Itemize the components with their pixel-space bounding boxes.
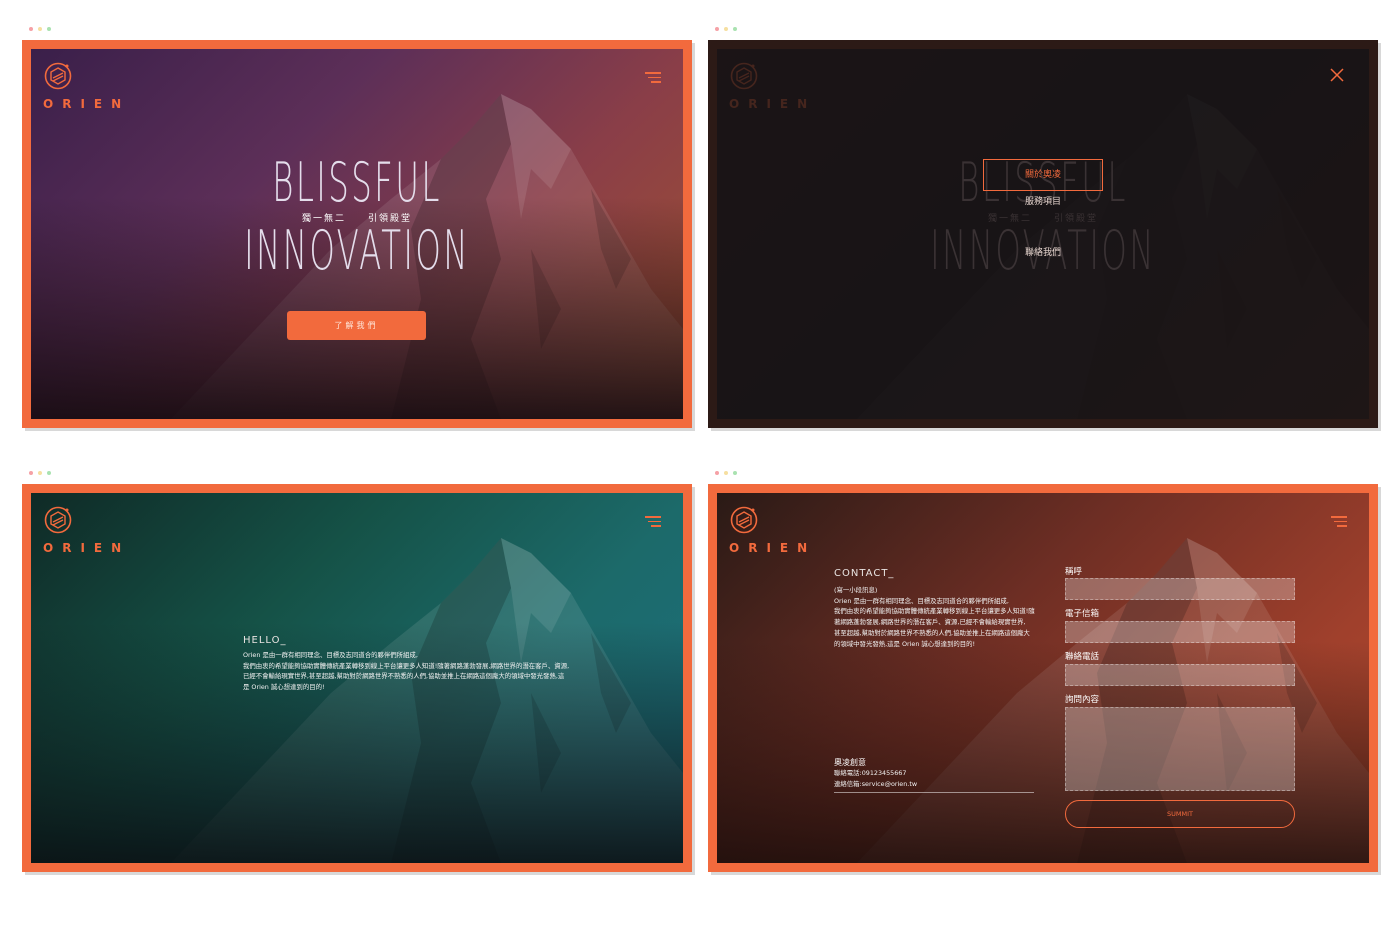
minimize-dot-icon[interactable] <box>38 471 42 475</box>
orien-logo-icon <box>43 505 73 535</box>
close-dot-icon[interactable] <box>715 471 719 475</box>
email-label: 電子信箱 <box>1065 609 1100 619</box>
window-controls <box>29 27 51 31</box>
hello-line: 是 Orien 誠心想達到的目的! <box>243 683 325 692</box>
logo-text: ORIEN <box>43 541 131 555</box>
nav-item-contact[interactable]: 聯絡我們 <box>1025 245 1061 258</box>
company-phone: 聯絡電話:09123455667 <box>834 769 907 777</box>
window-controls <box>715 471 737 475</box>
hello-paragraph: Orien 是由一群有相同理念、目標及志同道合的夥伴們所組成, 我們由衷的希望能… <box>243 650 603 693</box>
maximize-dot-icon[interactable] <box>47 27 51 31</box>
screen-home: ORIEN BLISSFUL 獨一無二 引領殿堂 INNOVATION 了解我們 <box>22 27 696 435</box>
browser-frame: ORIEN BLISSFUL 獨一無二 引領殿堂 INNOVATION 了解我們 <box>22 40 692 428</box>
name-label: 稱呼 <box>1065 567 1083 577</box>
close-dot-icon[interactable] <box>29 471 33 475</box>
browser-frame: ORIEN CONTACT_ (寫一小段訊息) Orien 是由一群有相同理念、… <box>708 484 1378 872</box>
name-input[interactable] <box>1065 578 1295 600</box>
contact-line: 甚至超越,幫助對於網路世界不熟悉的人們,協助並推上在網路這個龐大 <box>834 628 1030 637</box>
company-name: 奧凌創意 <box>834 758 866 767</box>
about-us-button[interactable]: 了解我們 <box>287 311 426 340</box>
close-icon[interactable] <box>1329 67 1345 83</box>
submit-button[interactable]: SUMMIT <box>1065 800 1295 828</box>
logo[interactable]: ORIEN <box>729 61 817 111</box>
hello-line: 我們由衷的希望能夠協助實體傳統產業轉移到線上平台讓更多人知道!隨著網路蓬勃發展,… <box>243 661 570 670</box>
phone-input[interactable] <box>1065 664 1295 686</box>
hello-line: 已經不會輸給現實世界,甚至超越,幫助對於網路世界不熟悉的人們,協助並推上在網路這… <box>243 672 565 681</box>
browser-frame: ORIEN BLISSFUL 獨一無二 引領殿堂 INNOVATION 關於奧凌… <box>708 40 1378 428</box>
screen-hello: ORIEN HELLO_ Orien 是由一群有相同理念、目標及志同道合的夥伴們… <box>22 471 696 879</box>
orien-logo-icon <box>729 505 759 535</box>
close-dot-icon[interactable] <box>29 27 33 31</box>
contact-intro: CONTACT_ (寫一小段訊息) Orien 是由一群有相同理念、目標及志同道… <box>834 568 1044 649</box>
contact-paragraph: Orien 是由一群有相同理念、目標及志同道合的夥伴們所組成, 我們由衷的希望能… <box>834 596 1044 650</box>
logo[interactable]: ORIEN <box>43 505 131 555</box>
phone-label: 聯絡電話 <box>1065 652 1100 662</box>
logo[interactable]: ORIEN <box>729 505 817 555</box>
company-info: 奧凌創意 聯絡電話:09123455667 連絡信箱:service@orien… <box>834 757 1034 794</box>
message-textarea[interactable] <box>1065 707 1295 791</box>
contact-title: CONTACT_ <box>834 568 895 579</box>
maximize-dot-icon[interactable] <box>733 27 737 31</box>
logo-text: ORIEN <box>729 541 817 555</box>
nav-menu: 關於奧凌 服務項目 聯絡我們 <box>717 159 1369 258</box>
hello-line: Orien 是由一群有相同理念、目標及志同道合的夥伴們所組成, <box>243 651 418 659</box>
minimize-dot-icon[interactable] <box>38 27 42 31</box>
company-email: 連絡信箱:service@orien.tw <box>834 779 918 788</box>
maximize-dot-icon[interactable] <box>733 471 737 475</box>
contact-lead: (寫一小段訊息) <box>834 586 878 594</box>
orien-logo-icon <box>729 61 759 91</box>
hamburger-menu-icon[interactable] <box>645 72 661 83</box>
nav-item-services[interactable]: 服務項目 <box>1025 194 1061 207</box>
close-dot-icon[interactable] <box>715 27 719 31</box>
hello-title: HELLO_ <box>243 635 287 646</box>
window-controls <box>715 27 737 31</box>
logo-text: ORIEN <box>729 97 817 111</box>
maximize-dot-icon[interactable] <box>47 471 51 475</box>
screen-menu: ORIEN BLISSFUL 獨一無二 引領殿堂 INNOVATION 關於奧凌… <box>708 27 1382 435</box>
contact-line: 的領域中發光發熱,這是 Orien 誠心想達到的目的! <box>834 639 976 648</box>
orien-logo-icon <box>43 61 73 91</box>
nav-item-about[interactable]: 關於奧凌 <box>983 159 1103 191</box>
email-input[interactable] <box>1065 621 1295 643</box>
minimize-dot-icon[interactable] <box>724 471 728 475</box>
window-controls <box>29 471 51 475</box>
hero-title-top: BLISSFUL <box>272 151 442 214</box>
contact-line: Orien 是由一群有相同理念、目標及志同道合的夥伴們所組成, <box>834 596 1009 605</box>
minimize-dot-icon[interactable] <box>724 27 728 31</box>
contact-line: 著網路蓬勃發展,網路世界的潛在客戶、資源,已經不會輸給現實世界, <box>834 618 1026 627</box>
screen-contact: ORIEN CONTACT_ (寫一小段訊息) Orien 是由一群有相同理念、… <box>708 471 1382 879</box>
contact-line: 我們由衷的希望能夠協助實體傳統產業轉移到線上平台讓更多人知道!隨 <box>834 607 1035 616</box>
logo[interactable]: ORIEN <box>43 61 131 111</box>
hello-section: HELLO_ Orien 是由一群有相同理念、目標及志同道合的夥伴們所組成, 我… <box>243 635 603 693</box>
logo-text: ORIEN <box>43 97 131 111</box>
hero-title-bottom: INNOVATION <box>244 219 470 282</box>
hamburger-menu-icon[interactable] <box>1331 516 1347 527</box>
hamburger-menu-icon[interactable] <box>645 516 661 527</box>
message-label: 詢問內容 <box>1065 695 1100 705</box>
browser-frame: ORIEN HELLO_ Orien 是由一群有相同理念、目標及志同道合的夥伴們… <box>22 484 692 872</box>
